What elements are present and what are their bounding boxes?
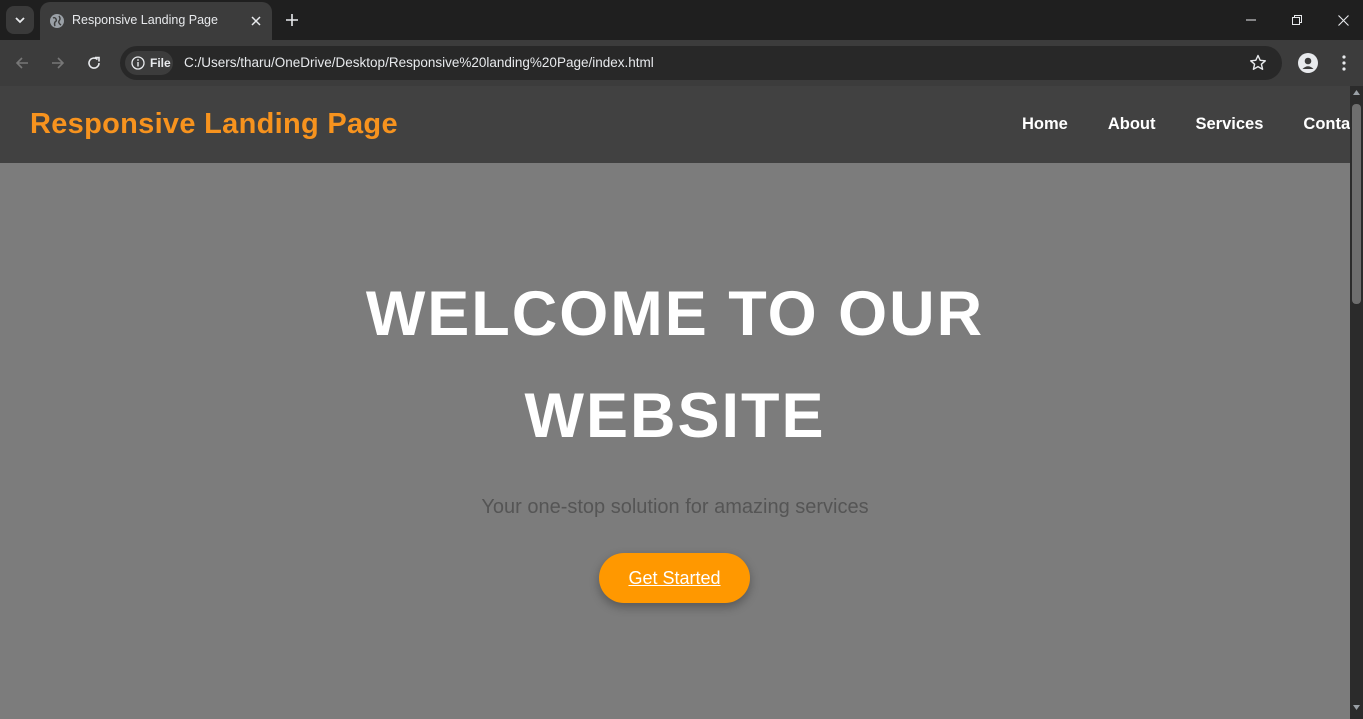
site-info-chip[interactable]: File bbox=[125, 51, 173, 75]
plus-icon bbox=[286, 14, 298, 26]
browser-toolbar: File C:/Users/tharu/OneDrive/Desktop/Res… bbox=[0, 40, 1363, 86]
avatar-icon bbox=[1298, 53, 1318, 73]
close-icon bbox=[251, 16, 261, 26]
minimize-icon bbox=[1246, 19, 1256, 21]
new-tab-button[interactable] bbox=[280, 8, 304, 32]
reload-icon bbox=[88, 56, 100, 69]
forward-button[interactable] bbox=[44, 49, 72, 77]
more-vertical-icon bbox=[1342, 55, 1346, 71]
tab-close-button[interactable] bbox=[246, 11, 266, 31]
arrow-left-icon bbox=[15, 57, 28, 69]
restore-icon bbox=[1292, 15, 1302, 25]
hero-section: WELCOME TO OUR WEBSITE Your one-stop sol… bbox=[0, 163, 1350, 719]
tab-title: Responsive Landing Page bbox=[72, 13, 218, 27]
address-bar[interactable]: File C:/Users/tharu/OneDrive/Desktop/Res… bbox=[120, 46, 1282, 80]
page-scrollbar[interactable] bbox=[1350, 86, 1363, 719]
scrollbar-thumb[interactable] bbox=[1352, 104, 1361, 304]
site-logo[interactable]: Responsive Landing Page bbox=[30, 108, 398, 141]
scroll-down-arrow-icon[interactable] bbox=[1353, 705, 1360, 710]
site-header: Responsive Landing Page Home About Servi… bbox=[0, 86, 1363, 163]
tab-search-button[interactable] bbox=[6, 6, 34, 34]
get-started-button[interactable]: Get Started bbox=[599, 553, 750, 603]
hero-subtitle: Your one-stop solution for amazing servi… bbox=[481, 496, 869, 518]
close-window-button[interactable] bbox=[1320, 0, 1363, 40]
close-icon bbox=[1337, 14, 1349, 26]
restore-button[interactable] bbox=[1274, 0, 1320, 40]
site-nav: Home About Services Contact bbox=[1022, 115, 1363, 134]
scroll-up-arrow-icon[interactable] bbox=[1353, 90, 1360, 95]
back-button[interactable] bbox=[8, 49, 36, 77]
browser-menu-button[interactable] bbox=[1332, 51, 1356, 75]
site-chip-label: File bbox=[150, 56, 171, 70]
nav-link-home[interactable]: Home bbox=[1022, 115, 1068, 134]
nav-link-services[interactable]: Services bbox=[1196, 115, 1264, 134]
chevron-down-icon bbox=[15, 17, 25, 24]
arrow-right-icon bbox=[52, 57, 65, 69]
nav-link-about[interactable]: About bbox=[1108, 115, 1156, 134]
reload-button[interactable] bbox=[80, 49, 108, 77]
tab-strip: Responsive Landing Page bbox=[0, 0, 1363, 40]
url-text[interactable]: C:/Users/tharu/OneDrive/Desktop/Responsi… bbox=[184, 55, 654, 70]
info-icon bbox=[131, 56, 145, 70]
hero-title: WELCOME TO OUR WEBSITE bbox=[365, 279, 985, 451]
page-viewport: Responsive Landing Page Home About Servi… bbox=[0, 86, 1363, 719]
globe-icon bbox=[50, 14, 64, 28]
browser-tab[interactable]: Responsive Landing Page bbox=[40, 2, 272, 40]
minimize-button[interactable] bbox=[1228, 0, 1274, 40]
profile-button[interactable] bbox=[1296, 51, 1320, 75]
star-icon[interactable] bbox=[1248, 53, 1268, 73]
